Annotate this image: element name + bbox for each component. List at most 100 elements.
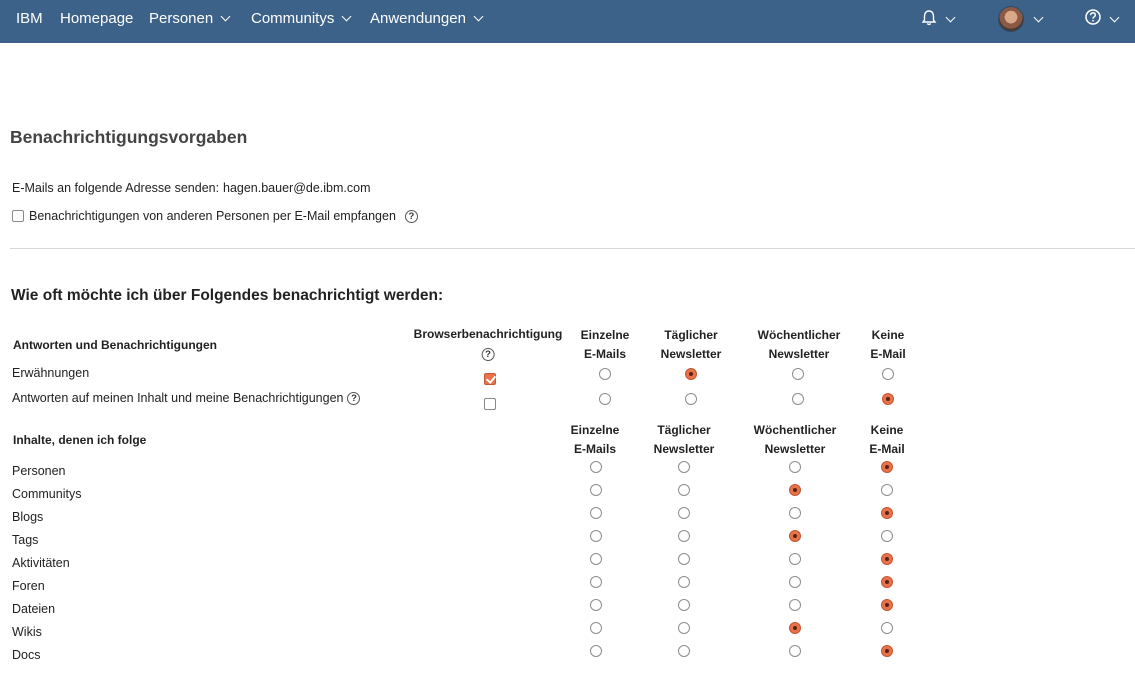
frequency-radio[interactable] [789, 622, 801, 634]
browser-notification-checkbox[interactable] [484, 373, 496, 385]
frequency-radio[interactable] [789, 576, 801, 588]
frequency-radio[interactable] [678, 645, 690, 657]
frequency-radio[interactable] [678, 461, 690, 473]
column-header-line: Keine [870, 423, 904, 437]
frequency-radio[interactable] [789, 645, 801, 657]
column-header-no-email: Keine E-Mail [869, 421, 904, 458]
frequency-radio[interactable] [590, 576, 602, 588]
table-row-label: Erwähnungen [12, 366, 89, 380]
frequency-radio[interactable] [789, 599, 801, 611]
column-header-line: Wöchentlicher [757, 328, 841, 342]
column-header-line: Newsletter [764, 441, 826, 456]
nav-anwendungen[interactable]: Anwendungen [370, 0, 484, 43]
nav-communitys[interactable]: Communitys [251, 0, 352, 43]
bell-icon [921, 10, 937, 26]
row-label-text: Docs [12, 648, 41, 662]
email-notifications-option: Benachrichtigungen von anderen Personen … [12, 209, 418, 223]
receive-email-notifications-label: Benachrichtigungen von anderen Personen … [29, 209, 396, 223]
column-header-browser: Browserbenachrichtigung ? [413, 325, 563, 362]
receive-email-notifications-checkbox[interactable] [12, 210, 24, 222]
column-header-browser-label: Browserbenachrichtigung [413, 327, 563, 341]
frequency-radio[interactable] [881, 484, 893, 496]
top-navigation-bar: IBM Homepage Personen Communitys Anwendu… [0, 0, 1135, 43]
frequency-radio[interactable] [792, 368, 804, 380]
help-menu-button[interactable] [1084, 0, 1124, 43]
frequency-radio[interactable] [590, 461, 602, 473]
frequency-radio[interactable] [590, 553, 602, 565]
email-address-value: hagen.bauer@de.ibm.com [223, 181, 371, 195]
ibm-logo-link[interactable]: IBM [16, 0, 43, 43]
frequency-radio[interactable] [590, 507, 602, 519]
frequency-radio[interactable] [678, 576, 690, 588]
column-header-line: Täglicher [664, 328, 718, 342]
help-icon[interactable]: ? [481, 347, 495, 361]
frequency-radio[interactable] [678, 530, 690, 542]
frequency-radio[interactable] [599, 393, 611, 405]
frequency-radio[interactable] [789, 461, 801, 473]
frequency-radio[interactable] [789, 553, 801, 565]
frequency-radio[interactable] [590, 622, 602, 634]
page-title: Benachrichtigungsvorgaben [10, 127, 248, 147]
frequency-radio[interactable] [678, 599, 690, 611]
frequency-radio[interactable] [881, 530, 893, 542]
frequency-radio[interactable] [789, 530, 801, 542]
frequency-radio[interactable] [881, 553, 893, 565]
table-row-label: Dateien [12, 602, 55, 616]
column-header-no-email: Keine E-Mail [870, 326, 905, 363]
frequency-radio[interactable] [599, 368, 611, 380]
row-label-text: Personen [12, 464, 66, 478]
frequency-radio[interactable] [590, 484, 602, 496]
table-row-label: Docs [12, 648, 40, 662]
frequency-radio[interactable] [881, 599, 893, 611]
frequency-radio[interactable] [678, 484, 690, 496]
frequency-radio[interactable] [678, 553, 690, 565]
frequency-radio[interactable] [792, 393, 804, 405]
nav-homepage[interactable]: Homepage [60, 0, 133, 43]
chevron-down-icon[interactable] [1033, 12, 1044, 23]
chevron-down-icon [1109, 12, 1120, 23]
frequency-radio[interactable] [590, 645, 602, 657]
table-row-label: Wikis [12, 625, 42, 639]
table-row-label: Blogs [12, 510, 43, 524]
column-header-line: Einzelne [570, 423, 620, 437]
notifications-button[interactable] [920, 0, 960, 43]
table-row-label: Tags [12, 533, 38, 547]
column-header-line: E-Mail [869, 441, 905, 456]
frequency-radio[interactable] [590, 599, 602, 611]
row-label-text: Antworten auf meinen Inhalt und meine Be… [12, 391, 344, 405]
column-header-line: Newsletter [768, 346, 830, 361]
frequency-radio[interactable] [685, 368, 697, 380]
frequency-radio[interactable] [882, 393, 894, 405]
frequency-radio[interactable] [881, 461, 893, 473]
help-icon[interactable]: ? [347, 391, 361, 405]
frequency-radio[interactable] [678, 622, 690, 634]
column-header-line: E-Mails [573, 441, 616, 456]
nav-personen[interactable]: Personen [149, 0, 231, 43]
frequency-radio[interactable] [882, 368, 894, 380]
nav-homepage-label: Homepage [60, 10, 134, 27]
frequency-radio[interactable] [590, 530, 602, 542]
chevron-down-icon [473, 11, 484, 22]
row-label-text: Aktivitäten [12, 556, 70, 570]
avatar[interactable] [998, 6, 1024, 32]
frequency-radio[interactable] [881, 645, 893, 657]
help-icon[interactable]: ? [404, 209, 418, 223]
frequency-radio[interactable] [881, 622, 893, 634]
row-label-text: Erwähnungen [12, 366, 90, 380]
frequency-radio[interactable] [881, 576, 893, 588]
frequency-radio[interactable] [789, 484, 801, 496]
email-address-label: E-Mails an folgende Adresse senden: [12, 181, 220, 195]
column-header-line: Einzelne [580, 328, 630, 342]
column-header-line: Wöchentlicher [753, 423, 837, 437]
section-divider [10, 248, 1135, 249]
table-row-label: Communitys [12, 487, 81, 501]
frequency-radio[interactable] [881, 507, 893, 519]
frequency-question-heading: Wie oft möchte ich über Folgendes benach… [11, 287, 444, 304]
group-heading-followed-content: Inhalte, denen ich folge [13, 433, 147, 447]
frequency-radio[interactable] [678, 507, 690, 519]
frequency-radio[interactable] [685, 393, 697, 405]
browser-notification-checkbox[interactable] [484, 398, 496, 410]
frequency-radio[interactable] [789, 507, 801, 519]
column-header-line: E-Mail [870, 346, 906, 361]
nav-personen-label: Personen [149, 10, 214, 27]
